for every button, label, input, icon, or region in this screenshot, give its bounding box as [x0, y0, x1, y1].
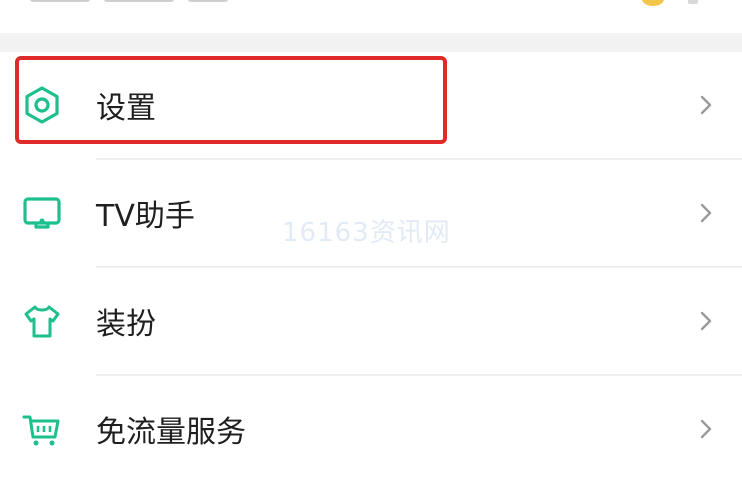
gear-hexagon-icon: [22, 85, 62, 125]
tshirt-icon: [22, 301, 62, 341]
top-bar: [0, 0, 742, 33]
menu-item-free-data-service[interactable]: 免流量服务: [0, 376, 742, 482]
menu-item-label: TV助手: [96, 199, 195, 234]
menu-item-settings[interactable]: 设置: [0, 52, 742, 158]
menu-item-tv-assistant[interactable]: TV助手: [0, 160, 742, 266]
menu-item-label: 免流量服务: [96, 415, 246, 450]
menu-item-dress-up[interactable]: 装扮: [0, 268, 742, 374]
cart-icon: [22, 409, 62, 449]
tv-icon: [22, 193, 62, 233]
section-gap: [0, 33, 742, 52]
more-icon[interactable]: [688, 0, 698, 4]
chevron-right-icon: [698, 309, 714, 333]
chevron-right-icon: [698, 417, 714, 441]
coin-icon[interactable]: [642, 0, 664, 6]
chevron-right-icon: [698, 201, 714, 225]
top-bar-partial-text: [30, 0, 260, 4]
chevron-right-icon: [698, 93, 714, 117]
menu-item-label: 设置: [96, 91, 156, 126]
settings-menu: 设置 TV助手 装扮 免流量服务: [0, 52, 742, 482]
menu-item-label: 装扮: [96, 307, 156, 342]
